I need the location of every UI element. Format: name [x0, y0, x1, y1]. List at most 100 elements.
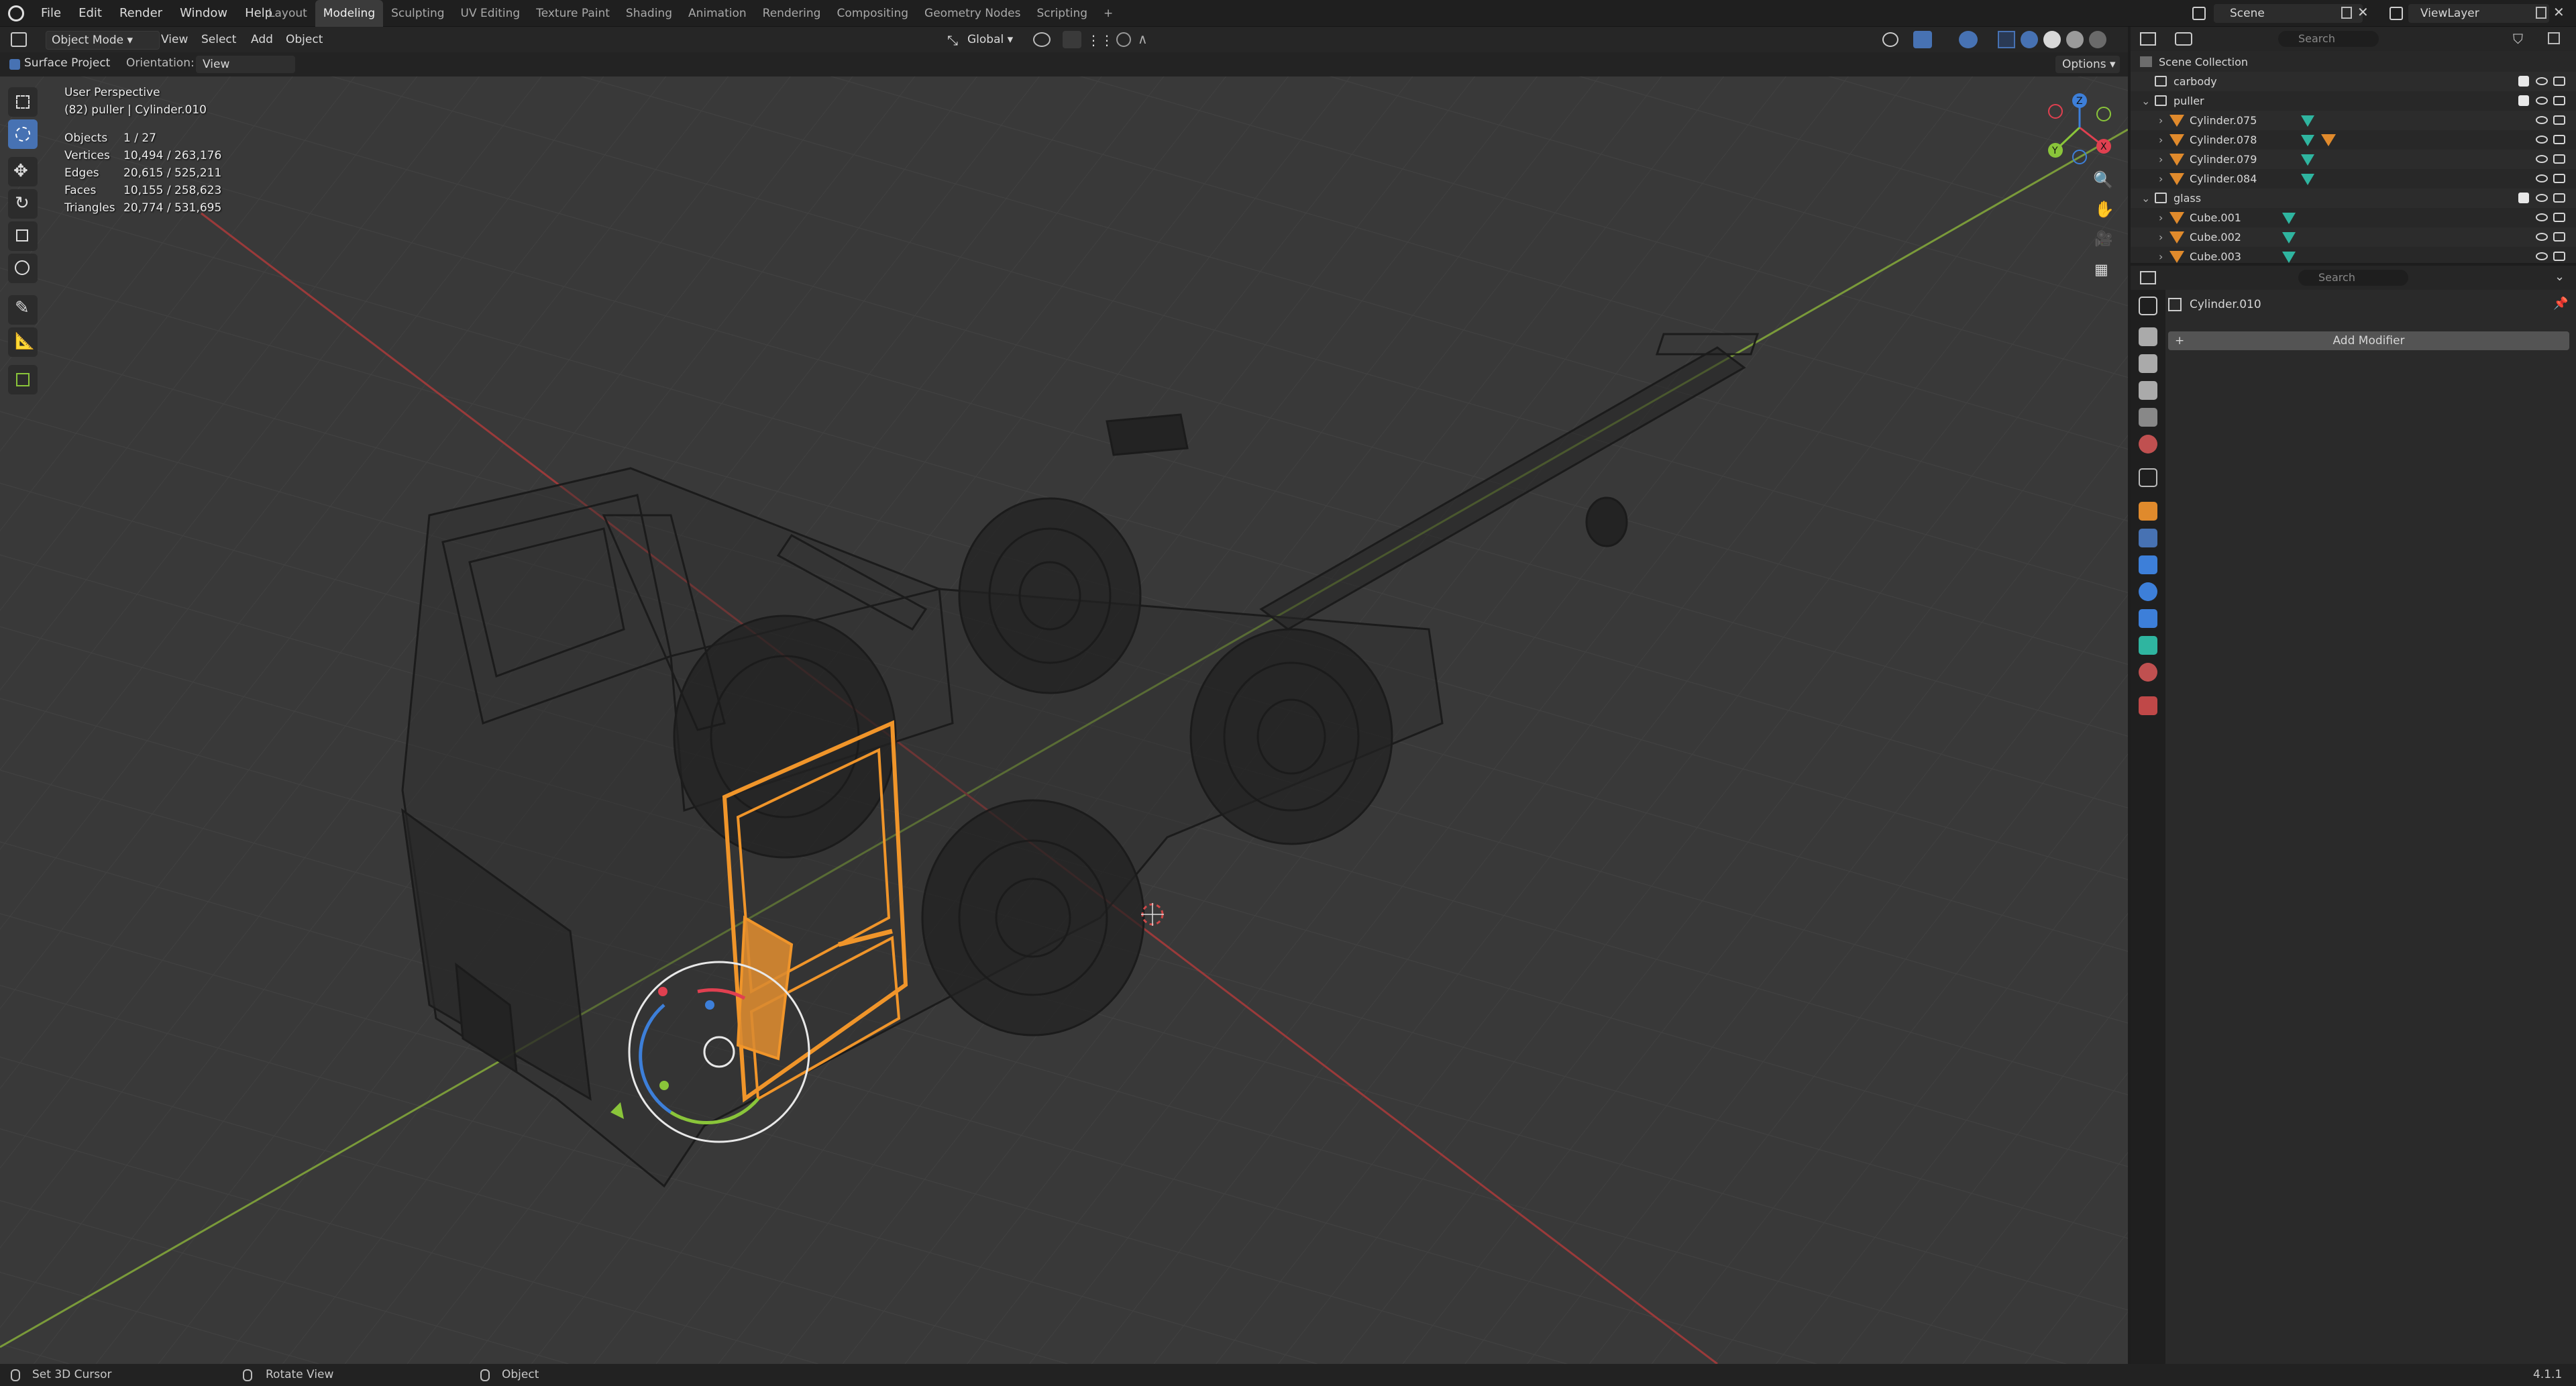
modifier-icon[interactable] [2321, 134, 2336, 146]
object-tab-icon[interactable] [2139, 502, 2157, 521]
expand-chevron-icon[interactable]: › [2159, 227, 2163, 247]
display-mode-icon[interactable] [2175, 32, 2192, 46]
outliner-row-object[interactable]: › Cube.001 [2131, 208, 2576, 227]
outliner-root[interactable]: Scene Collection [2131, 52, 2576, 72]
tab-sculpting[interactable]: Sculpting [383, 0, 452, 27]
world-tab-icon[interactable] [2139, 435, 2157, 454]
render-camera-icon[interactable] [2553, 232, 2565, 242]
outliner-row-object[interactable]: › Cube.002 [2131, 227, 2576, 247]
expand-chevron-icon[interactable]: › [2159, 208, 2163, 227]
rotate-tool-icon[interactable]: ↻ [8, 189, 38, 219]
tab-rendering[interactable]: Rendering [755, 0, 829, 27]
constraints-tab-icon[interactable] [2139, 609, 2157, 628]
properties-editor-icon[interactable] [2140, 271, 2156, 284]
tab-shading[interactable]: Shading [618, 0, 680, 27]
mesh-data-icon[interactable] [2301, 135, 2314, 146]
expand-chevron-icon[interactable]: › [2159, 247, 2163, 263]
outliner-row-collection[interactable]: ⌄ puller [2131, 91, 2576, 111]
view-layer-tab-icon[interactable] [2139, 381, 2157, 400]
view-layer-selector[interactable]: ViewLayer [2408, 4, 2549, 23]
modifier-tab-icon[interactable] [2139, 529, 2157, 547]
render-camera-icon[interactable] [2553, 154, 2565, 164]
menu-window[interactable]: Window [171, 0, 236, 27]
pin-icon[interactable]: 📌 [2553, 297, 2568, 311]
visibility-eye-icon[interactable] [2536, 116, 2548, 124]
visibility-eye-icon[interactable] [2536, 233, 2548, 241]
menu-edit[interactable]: Edit [70, 0, 111, 27]
menu-render[interactable]: Render [111, 0, 171, 27]
render-camera-icon[interactable] [2553, 213, 2565, 222]
tab-modeling[interactable]: Modeling [315, 0, 384, 27]
render-camera-icon[interactable] [2553, 135, 2565, 144]
mode-dropdown[interactable]: Object Mode ▾ [46, 31, 160, 50]
render-camera-icon[interactable] [2553, 193, 2565, 203]
collection-tab-icon[interactable] [2139, 468, 2157, 487]
editor-type-icon[interactable] [11, 32, 27, 47]
expand-chevron-icon[interactable]: › [2159, 169, 2163, 189]
mesh-data-icon[interactable] [2301, 174, 2314, 185]
perspective-toggle-icon[interactable]: ▦ [2094, 262, 2108, 278]
zoom-icon[interactable]: 🔍 [2093, 170, 2113, 189]
tab-uv-editing[interactable]: UV Editing [453, 0, 529, 27]
menu-add[interactable]: Add [246, 31, 278, 48]
particles-tab-icon[interactable] [2139, 555, 2157, 574]
tab-scripting[interactable]: Scripting [1028, 0, 1095, 27]
scale-tool-icon[interactable] [8, 221, 38, 251]
snap-toggle-icon[interactable] [1063, 31, 1081, 48]
outliner-row-collection[interactable]: carbody [2131, 72, 2576, 91]
visibility-selectability-icon[interactable] [1882, 32, 1898, 47]
menu-view[interactable]: View [156, 31, 193, 48]
visibility-eye-icon[interactable] [2536, 77, 2548, 85]
include-checkbox[interactable] [2518, 76, 2529, 87]
render-camera-icon[interactable] [2553, 115, 2565, 125]
outliner-row-object[interactable]: › Cylinder.084 [2131, 169, 2576, 189]
outliner-row-object[interactable]: › Cylinder.078 [2131, 130, 2576, 150]
solid-shading-icon[interactable] [2043, 31, 2061, 48]
outliner-row-object[interactable]: › Cube.003 [2131, 247, 2576, 263]
mesh-data-icon[interactable] [2282, 213, 2296, 224]
render-camera-icon[interactable] [2553, 96, 2565, 105]
transform-orientation-dropdown[interactable]: Global ▾ [962, 31, 1034, 48]
expand-chevron-icon[interactable]: ⌄ [2141, 189, 2150, 208]
tab-compositing[interactable]: Compositing [828, 0, 916, 27]
render-camera-icon[interactable] [2553, 174, 2565, 183]
texture-tab-icon[interactable] [2139, 696, 2157, 715]
outliner-row-object[interactable]: › Cylinder.075 [2131, 111, 2576, 130]
include-checkbox[interactable] [2518, 193, 2529, 203]
tab-layout[interactable]: Layout [260, 0, 315, 27]
mesh-data-icon[interactable] [2282, 252, 2296, 263]
viewport-canvas[interactable] [0, 52, 2128, 1364]
select-box-tool-icon[interactable] [8, 87, 38, 117]
add-cube-tool-icon[interactable] [8, 365, 38, 394]
visibility-eye-icon[interactable] [2536, 252, 2548, 260]
outliner-row-collection[interactable]: ⌄ glass [2131, 189, 2576, 208]
transform-tool-icon[interactable] [8, 254, 38, 283]
add-modifier-button[interactable]: + Add Modifier [2168, 331, 2569, 350]
expand-chevron-icon[interactable]: › [2159, 130, 2163, 150]
panel-options-icon[interactable]: ⌄ [2555, 270, 2565, 284]
wireframe-shading-icon[interactable] [2021, 31, 2038, 48]
include-checkbox[interactable] [2518, 95, 2529, 106]
measure-tool-icon[interactable]: 📐 [8, 327, 38, 357]
proportional-editing-icon[interactable] [1116, 32, 1131, 47]
visibility-eye-icon[interactable] [2536, 174, 2548, 182]
rendered-shading-icon[interactable] [2089, 31, 2106, 48]
new-scene-icon[interactable] [2341, 7, 2352, 19]
expand-chevron-icon[interactable]: › [2159, 150, 2163, 169]
navigation-gizmo[interactable]: X Y Z [2039, 87, 2120, 168]
pivot-point-icon[interactable] [1033, 32, 1051, 47]
mesh-data-icon[interactable] [2282, 232, 2296, 244]
new-view-layer-icon[interactable] [2536, 7, 2546, 19]
select-circle-tool-icon[interactable] [8, 119, 38, 149]
options-dropdown[interactable]: Options ▾ [2055, 56, 2120, 73]
material-tab-icon[interactable] [2139, 663, 2157, 682]
falloff-icon[interactable]: ∧ [1138, 31, 1148, 47]
scene-selector[interactable]: Scene [2214, 4, 2363, 23]
render-camera-icon[interactable] [2553, 76, 2565, 86]
filter-icon[interactable]: ⛉ [2513, 31, 2523, 47]
3d-viewport[interactable]: User Perspective (82) puller | Cylinder.… [0, 52, 2128, 1364]
visibility-eye-icon[interactable] [2536, 136, 2548, 144]
pan-hand-icon[interactable]: ✋ [2094, 200, 2114, 219]
tab-animation[interactable]: Animation [680, 0, 755, 27]
visibility-eye-icon[interactable] [2536, 213, 2548, 221]
